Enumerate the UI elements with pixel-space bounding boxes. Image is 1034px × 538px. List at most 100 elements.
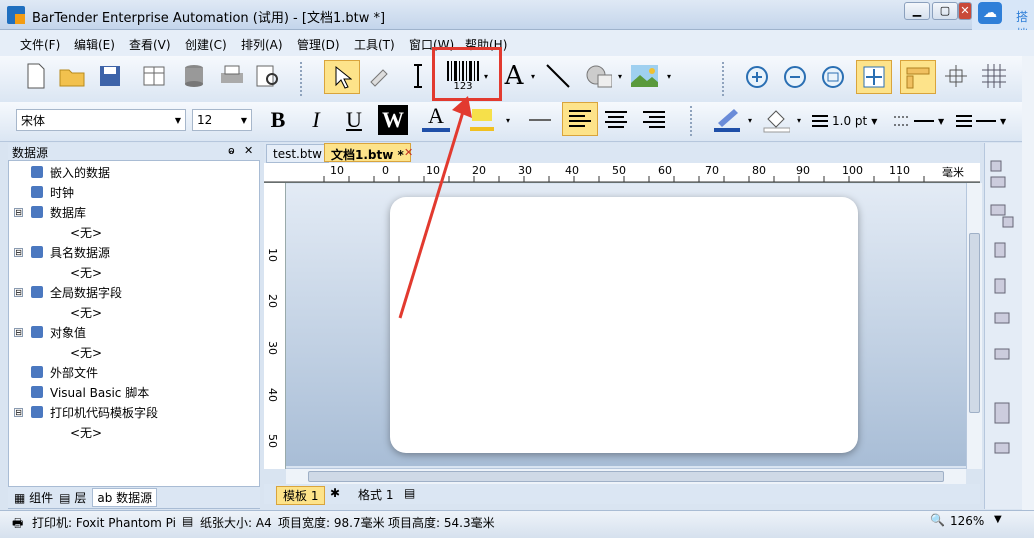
menu-tools[interactable]: 工具(T) [354,36,395,53]
line-tool-icon[interactable] [544,62,572,90]
database-icon[interactable] [180,62,208,90]
bold-icon[interactable]: B [264,106,292,134]
ruler-toggle-icon[interactable] [900,60,936,94]
minimize-button[interactable]: ▁ [904,2,930,20]
line-color-icon[interactable] [712,106,740,134]
text-cursor-icon[interactable] [404,62,432,90]
menu-view[interactable]: 查看(V) [129,36,171,53]
scroll-thumb[interactable] [969,233,980,413]
picture-tool-icon[interactable] [630,62,658,90]
print-preview-icon[interactable] [254,62,282,90]
tree-item[interactable]: <无> [70,342,102,362]
ruler-tick: 10 [266,248,279,262]
alignment-icons[interactable] [987,153,1027,493]
font-select[interactable]: 宋体 ▼ [16,109,186,131]
tree-item[interactable]: <无> [70,222,102,242]
menu-manage[interactable]: 管理(D) [297,36,340,53]
format-add-icon[interactable]: ▤ [404,486,415,500]
status-zoom[interactable]: 126% [950,514,984,528]
horizontal-scrollbar[interactable] [286,468,966,484]
tab-datasource[interactable]: ab 数据源 [92,488,158,507]
tree-item-label: 打印机代码模板字段 [50,405,159,420]
page-setup-icon[interactable] [140,62,168,90]
vertical-scrollbar[interactable] [966,183,982,469]
tree-item[interactable]: <无> [70,422,102,442]
zoom-out-icon[interactable] [782,64,810,92]
toolbar-grip[interactable] [722,62,728,96]
print-icon[interactable] [218,62,246,90]
template-add-icon[interactable]: ✱ [330,486,340,500]
printer-icon: 🖶 [12,516,24,530]
toolbar-grip[interactable] [690,106,696,136]
tree-item[interactable]: <无> [70,302,102,322]
expand-toggle-icon[interactable]: ⊟ [14,207,23,217]
zoom-fit-icon[interactable] [820,64,848,92]
maximize-button[interactable]: ▢ [932,2,958,20]
italic-icon[interactable]: I [302,106,330,134]
text-tool-icon[interactable]: A [500,61,528,91]
cloud-icon[interactable]: ☁ [978,2,1002,24]
shape-tool-icon[interactable] [584,62,612,90]
menu-arrange[interactable]: 排列(A) [241,36,283,53]
tree-item[interactable]: <无> [70,262,102,282]
expand-toggle-icon[interactable]: ⊟ [14,287,23,297]
scroll-thumb[interactable] [308,471,944,482]
fit-to-window-icon[interactable] [856,60,892,94]
expand-toggle-icon[interactable]: ⊟ [14,327,23,337]
ruler-tick: 50 [266,434,279,448]
open-folder-icon[interactable] [58,62,86,90]
tab-template1[interactable]: 模板 1 [276,486,326,505]
menu-edit[interactable]: 编辑(E) [74,36,115,53]
panel-close-icon[interactable]: ✕ [244,144,253,157]
menu-create[interactable]: 创建(C) [185,36,227,53]
tree-item[interactable]: 外部文件 [14,362,98,382]
toolbar-grip[interactable] [300,62,306,96]
fill-color-icon[interactable] [762,106,790,134]
annotation-arrow [398,96,472,319]
tree-item[interactable]: Visual Basic 脚本 [14,382,149,402]
select-pointer-icon[interactable] [324,60,360,94]
right-toolbar-scroll[interactable] [1022,56,1034,510]
expand-toggle-icon[interactable]: ⊟ [14,247,23,257]
snap-icon[interactable] [942,62,970,90]
tab-test-btw[interactable]: test.btw [266,144,329,163]
text-dropdown-icon[interactable]: ▾ [531,72,535,81]
grid-icon[interactable] [980,62,1008,90]
highlight-dropdown-icon[interactable]: ▾ [506,116,510,125]
zoom-in-icon[interactable] [744,64,772,92]
underline-icon[interactable]: U [340,106,368,134]
menu-file[interactable]: 文件(F) [20,36,60,53]
chevron-down-icon[interactable]: ▼ [994,514,1002,525]
status-width: 项目宽度: 98.7毫米 [278,516,385,530]
line-style-select[interactable]: ▼ [894,110,950,132]
pin-icon[interactable]: ⱺ [228,144,235,157]
close-button[interactable]: ✕ [958,2,972,20]
tab-components[interactable]: ▦ 组件 [14,489,53,506]
align-left-icon[interactable] [562,102,598,136]
format-painter-icon[interactable] [366,62,394,90]
picture-dropdown-icon[interactable]: ▾ [667,72,671,81]
globe-icon [29,284,45,300]
line-color-dropdown-icon[interactable]: ▾ [748,116,752,125]
tree-item[interactable]: ⊟ 数据库 [14,202,86,222]
align-line-icon[interactable] [526,106,554,134]
size-select[interactable]: 12 ▼ [192,109,252,131]
tree-item[interactable]: 嵌入的数据 [14,162,110,182]
line-width-select[interactable]: 1.0 pt ▼ [812,110,888,132]
tree-item[interactable]: ⊟ 对象值 [14,322,86,342]
tree-item[interactable]: ⊟ 打印机代码模板字段 [14,402,158,422]
fill-dropdown-icon[interactable]: ▾ [797,116,801,125]
tab-format1[interactable]: 格式 1 [354,486,397,503]
ruler-tick: 80 [752,164,766,177]
align-center-icon[interactable] [602,106,630,134]
new-doc-icon[interactable] [22,62,50,90]
tab-layers[interactable]: ▤ 层 [59,489,86,506]
line-end-select[interactable]: ▼ [956,110,1012,132]
expand-toggle-icon[interactable]: ⊟ [14,407,23,417]
save-icon[interactable] [96,62,124,90]
align-right-icon[interactable] [640,106,668,134]
tree-item[interactable]: ⊟ 全局数据字段 [14,282,122,302]
tree-item[interactable]: ⊟ 具名数据源 [14,242,110,262]
shape-dropdown-icon[interactable]: ▾ [618,72,622,81]
tree-item[interactable]: 时钟 [14,182,74,202]
